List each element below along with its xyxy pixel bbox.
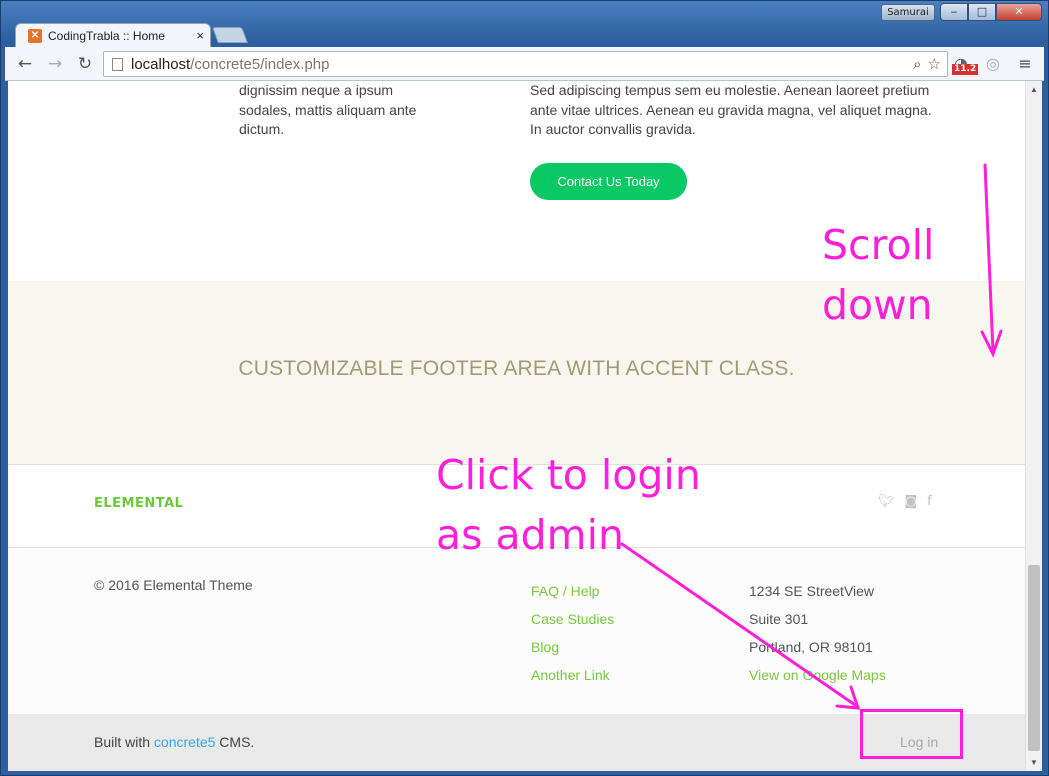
annotation-arrows — [620, 163, 1003, 710]
login-highlight-box — [860, 709, 963, 759]
login-arrow-line — [620, 542, 860, 709]
scroll-arrow-line — [983, 163, 995, 354]
